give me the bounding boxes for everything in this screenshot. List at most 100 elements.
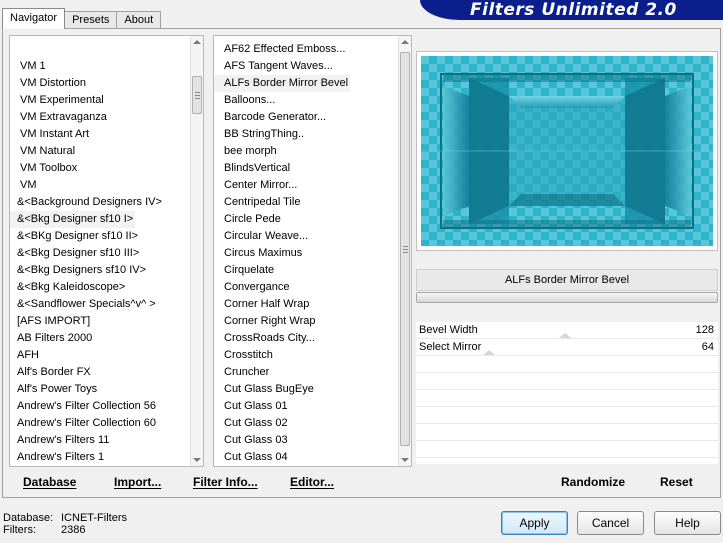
list-item[interactable]: &<BKg Designer sf10 II> bbox=[10, 228, 189, 245]
category-items: VM 1 VM Distortion VM Experimental VM Extra… bbox=[10, 36, 189, 466]
window-title: Filters Unlimited 2.0 bbox=[470, 0, 677, 20]
filter-items: AF62 Effected Emboss... AFS Tangent Waves… bbox=[214, 36, 397, 466]
list-item[interactable]: VM Extravaganza bbox=[10, 109, 189, 126]
scroll-up-arrow-icon[interactable] bbox=[193, 40, 201, 44]
database-button[interactable]: Database bbox=[23, 475, 76, 489]
filter-info-button[interactable]: Filter Info... bbox=[193, 475, 258, 489]
filter-title: ALFs Border Mirror Bevel bbox=[416, 269, 718, 291]
list-item[interactable]: Circular Weave... bbox=[214, 228, 397, 245]
scroll-thumb[interactable] bbox=[400, 52, 410, 446]
list-item[interactable]: bee morph bbox=[214, 143, 397, 160]
list-item[interactable]: Centripedal Tile bbox=[214, 194, 397, 211]
tab-bar: Navigator Presets About bbox=[2, 8, 162, 29]
scroll-down-arrow-icon[interactable] bbox=[401, 458, 409, 462]
param-value: 64 bbox=[701, 341, 714, 353]
param-label: Select Mirror bbox=[419, 341, 482, 353]
list-item[interactable]: BlindsVertical bbox=[214, 160, 397, 177]
category-list[interactable]: VM 1 VM Distortion VM Experimental VM Extra… bbox=[9, 35, 204, 467]
scroll-down-arrow-icon[interactable] bbox=[193, 458, 201, 462]
progress-bar bbox=[416, 292, 718, 303]
database-value: ICNET-Filters bbox=[61, 512, 127, 524]
list-item[interactable]: Andrew's Filters 11 bbox=[10, 432, 189, 449]
param-empty-row bbox=[416, 424, 718, 441]
apply-button[interactable]: Apply bbox=[501, 511, 568, 535]
list-item[interactable]: Alf's Border FX bbox=[10, 364, 189, 381]
list-item[interactable]: VM 1 bbox=[10, 58, 189, 75]
filter-list[interactable]: AF62 Effected Emboss... AFS Tangent Waves… bbox=[213, 35, 412, 467]
slider-thumb[interactable] bbox=[483, 350, 495, 355]
editor-button[interactable]: Editor... bbox=[290, 475, 334, 489]
list-item[interactable]: Corner Right Wrap bbox=[214, 313, 397, 330]
list-item[interactable]: VM Experimental bbox=[10, 92, 189, 109]
list-item[interactable]: Andrew's Filter Collection 56 bbox=[10, 398, 189, 415]
list-item[interactable]: VM Instant Art bbox=[10, 126, 189, 143]
preview-graphic bbox=[421, 56, 713, 246]
import-button[interactable]: Import... bbox=[114, 475, 161, 489]
list-item[interactable]: Corner Half Wrap bbox=[214, 296, 397, 313]
list-item[interactable]: Andrew's Filter Collection 60 bbox=[10, 415, 189, 432]
navigator-panel: VM 1 VM Distortion VM Experimental VM Extra… bbox=[2, 28, 721, 498]
param-empty-row bbox=[416, 390, 718, 407]
list-item[interactable]: Convergance bbox=[214, 279, 397, 296]
list-item[interactable]: AFS Tangent Waves... bbox=[214, 58, 397, 75]
parameter-toolbar: Randomize Reset bbox=[416, 471, 718, 495]
list-item[interactable]: CrossRoads City... bbox=[214, 330, 397, 347]
param-bevel-width[interactable]: Bevel Width 128 bbox=[416, 322, 718, 339]
list-item[interactable]: Circle Pede bbox=[214, 211, 397, 228]
list-item[interactable]: &<Sandflower Specials^v^ > bbox=[10, 296, 189, 313]
parameter-list: Bevel Width 128 Select Mirror 64 bbox=[416, 322, 718, 464]
list-item[interactable]: &<Background Designers IV> bbox=[10, 194, 189, 211]
param-empty-row bbox=[416, 356, 718, 373]
list-item[interactable]: Balloons... bbox=[214, 92, 397, 109]
list-item[interactable]: Andrew's Filters 1 bbox=[10, 449, 189, 466]
list-item[interactable]: Barcode Generator... bbox=[214, 109, 397, 126]
list-item[interactable]: Cruncher bbox=[214, 364, 397, 381]
list-item[interactable]: Cut Glass 03 bbox=[214, 432, 397, 449]
list-item[interactable]: &<Bkg Designer sf10 III> bbox=[10, 245, 189, 262]
list-item[interactable]: VM Natural bbox=[10, 143, 189, 160]
list-item[interactable]: &<Bkg Designers sf10 IV> bbox=[10, 262, 189, 279]
randomize-button[interactable]: Randomize bbox=[561, 475, 625, 489]
scroll-up-arrow-icon[interactable] bbox=[401, 40, 409, 44]
list-item[interactable]: AFH bbox=[10, 347, 189, 364]
reset-button[interactable]: Reset bbox=[660, 475, 693, 489]
list-item[interactable]: &<Bkg Designer sf10 I> bbox=[10, 211, 136, 228]
database-label: Database: bbox=[3, 512, 54, 524]
list-item[interactable]: Alf's Power Toys bbox=[10, 381, 189, 398]
list-item[interactable]: ALFs Border Mirror Bevel bbox=[214, 75, 351, 92]
list-item[interactable]: Crosstitch bbox=[214, 347, 397, 364]
filter-scrollbar[interactable] bbox=[398, 36, 411, 466]
list-item[interactable]: VM Toolbox bbox=[10, 160, 189, 177]
list-item[interactable]: AB Filters 2000 bbox=[10, 330, 189, 347]
list-item[interactable]: Center Mirror... bbox=[214, 177, 397, 194]
param-label: Bevel Width bbox=[419, 324, 478, 336]
list-item[interactable]: AF62 Effected Emboss... bbox=[214, 41, 397, 58]
scroll-thumb[interactable] bbox=[192, 76, 202, 114]
slider-thumb[interactable] bbox=[559, 333, 571, 338]
list-item[interactable]: Cut Glass 01 bbox=[214, 398, 397, 415]
navigator-toolbar: Database Import... Filter Info... Editor… bbox=[9, 471, 412, 495]
list-item[interactable]: Circus Maximus bbox=[214, 245, 397, 262]
list-item[interactable]: &<Bkg Kaleidoscope> bbox=[10, 279, 189, 296]
filters-count-value: 2386 bbox=[61, 524, 86, 536]
list-item[interactable]: VM Distortion bbox=[10, 75, 189, 92]
list-item[interactable]: Cut Glass 04 bbox=[214, 449, 397, 466]
list-item[interactable]: VM bbox=[10, 177, 189, 194]
list-item[interactable]: Cut Glass BugEye bbox=[214, 381, 397, 398]
filters-count-label: Filters: bbox=[3, 524, 36, 536]
help-button[interactable]: Help bbox=[654, 511, 721, 535]
tab-navigator[interactable]: Navigator bbox=[2, 8, 66, 29]
category-scrollbar[interactable] bbox=[190, 36, 203, 466]
tab-presets[interactable]: Presets bbox=[64, 11, 118, 29]
list-item[interactable]: Cirquelate bbox=[214, 262, 397, 279]
list-item[interactable]: [AFS IMPORT] bbox=[10, 313, 189, 330]
list-item[interactable]: Cut Glass 02 bbox=[214, 415, 397, 432]
param-value: 128 bbox=[695, 324, 714, 336]
tab-about[interactable]: About bbox=[116, 11, 162, 29]
preview-frame bbox=[416, 51, 718, 251]
list-item[interactable]: BB StringThing.. bbox=[214, 126, 397, 143]
cancel-button[interactable]: Cancel bbox=[577, 511, 644, 535]
param-select-mirror[interactable]: Select Mirror 64 bbox=[416, 339, 718, 356]
database-info: Database: ICNET-Filters Filters: 2386 bbox=[3, 512, 127, 536]
param-empty-row bbox=[416, 407, 718, 424]
